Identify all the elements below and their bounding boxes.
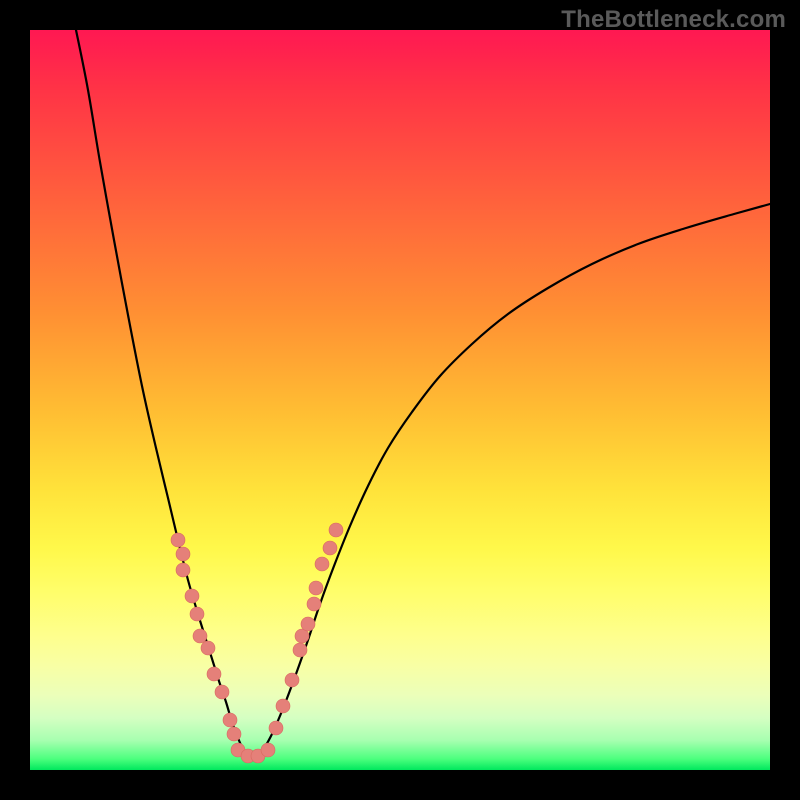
chart-frame: TheBottleneck.com — [0, 0, 800, 800]
watermark-text: TheBottleneck.com — [561, 6, 786, 34]
plot-area — [30, 30, 770, 770]
